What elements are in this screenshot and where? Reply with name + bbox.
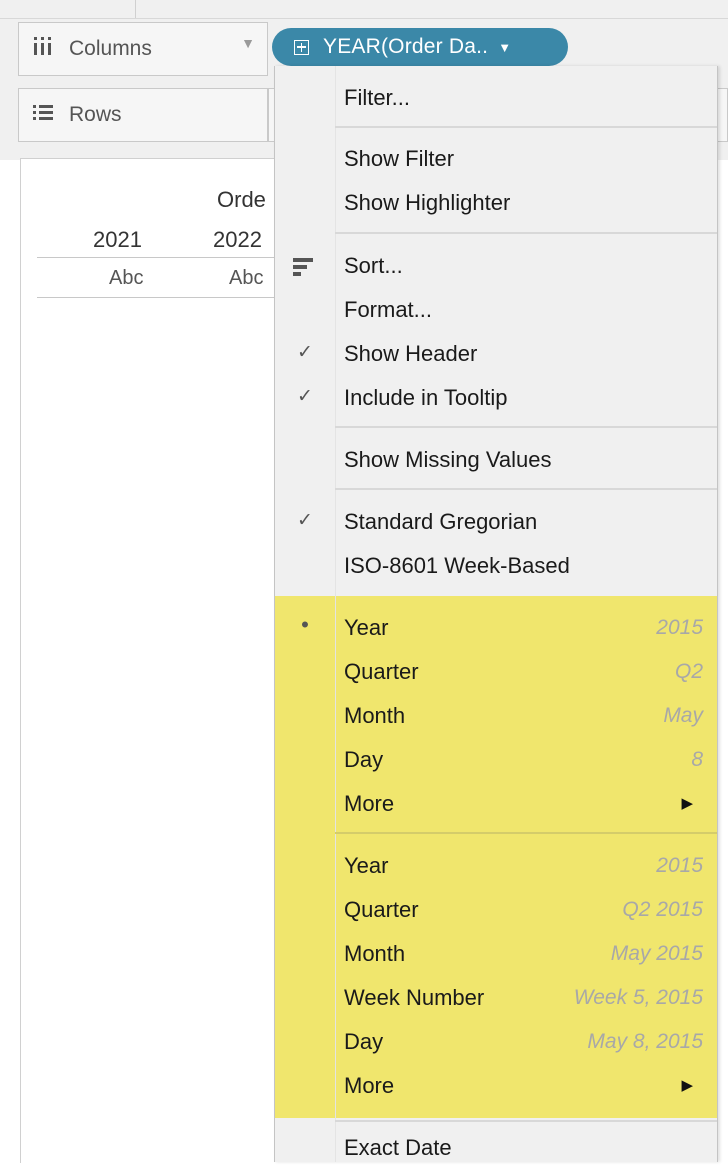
menu-item-label: Exact Date [344,1135,452,1160]
menu-item-show-filter[interactable]: Show Filter [275,137,717,181]
menu-item-label: Month [344,941,406,966]
menu-item-example-value: Week 5, 2015 [573,986,703,1009]
menu-item-label: Quarter [344,897,419,922]
menu-separator [335,126,717,128]
menu-item-continuous-more[interactable]: More ▶ [275,1064,717,1108]
checkmark-icon: ✓ [297,510,313,531]
dropdown-caret-icon[interactable]: ▼ [498,40,511,55]
menu-item-label: Sort... [344,253,403,278]
viz-area: Orde 2021 2022 Abc Abc [20,158,277,1163]
menu-separator [335,488,717,490]
menu-item-discrete-year[interactable]: • Year 2015 [275,606,717,650]
menu-item-include-in-tooltip[interactable]: ✓ Include in Tooltip [275,376,717,420]
menu-separator [335,426,717,428]
expand-plus-icon[interactable] [294,39,309,55]
menu-item-label: More [344,791,395,816]
menu-item-label: Show Filter [344,146,455,171]
menu-item-example-value: May 2015 [610,942,703,965]
radio-bullet-icon: • [301,612,309,637]
menu-item-example-value: May [663,704,703,727]
menu-separator [335,832,717,834]
menu-item-example-value: 2015 [656,616,703,639]
rows-icon [33,103,63,127]
menu-item-iso-week-based[interactable]: ISO-8601 Week-Based [275,544,717,588]
menu-item-label: Format... [344,297,433,322]
cell-abc: Abc [229,267,264,289]
menu-item-example-value: 2015 [656,854,703,877]
checkmark-icon: ✓ [297,386,313,407]
pill-context-menu: Filter... Show Filter Show Highlighter S… [274,66,718,1162]
menu-item-example-value: May 8, 2015 [587,1030,703,1053]
strip-divider [135,0,136,18]
menu-item-label: Show Header [344,341,478,366]
menu-item-discrete-more[interactable]: More ▶ [275,782,717,826]
menu-item-label: Filter... [344,85,411,110]
menu-item-label: More [344,1073,395,1098]
menu-item-label: Year [344,615,389,640]
menu-item-continuous-day[interactable]: Day May 8, 2015 [275,1020,717,1064]
submenu-arrow-icon: ▶ [681,1077,693,1094]
menu-item-label: Week Number [344,985,485,1010]
columns-label: Columns [69,37,152,60]
header-divider [37,257,277,258]
pill-label: YEAR(Order Da.. [323,35,489,58]
menu-item-label: Day [344,1029,384,1054]
menu-item-continuous-year[interactable]: Year 2015 [275,844,717,888]
menu-item-discrete-quarter[interactable]: Quarter Q2 [275,650,717,694]
menu-item-label: Standard Gregorian [344,509,538,534]
rows-shelf-label[interactable]: Rows [18,88,268,142]
menu-item-filter[interactable]: Filter... [275,76,717,120]
menu-item-label: Day [344,747,384,772]
rows-label: Rows [69,103,122,126]
menu-item-continuous-month[interactable]: Month May 2015 [275,932,717,976]
year-order-date-pill[interactable]: YEAR(Order Da.. ▼ [272,28,568,66]
menu-item-standard-gregorian[interactable]: ✓ Standard Gregorian [275,500,717,544]
menu-item-label: Include in Tooltip [344,385,508,410]
menu-item-example-value: Q2 [674,660,703,683]
menu-item-continuous-quarter[interactable]: Quarter Q2 2015 [275,888,717,932]
column-header-title: Orde [217,187,266,212]
chevron-down-icon[interactable]: ▼ [241,35,255,51]
menu-item-continuous-week-number[interactable]: Week Number Week 5, 2015 [275,976,717,1020]
menu-item-example-value: Q2 2015 [622,898,703,921]
submenu-arrow-icon: ▶ [681,795,693,812]
row-divider [37,297,277,298]
columns-icon [33,36,63,62]
year-header-2022[interactable]: 2022 [213,227,262,253]
sort-icon [293,258,313,276]
menu-item-discrete-day[interactable]: Day 8 [275,738,717,782]
menu-item-example-value: 8 [691,748,703,771]
menu-item-label: ISO-8601 Week-Based [344,553,570,578]
year-header-2021[interactable]: 2021 [93,227,142,253]
menu-item-discrete-month[interactable]: Month May [275,694,717,738]
menu-item-label: Show Highlighter [344,190,511,215]
checkmark-icon: ✓ [297,342,313,363]
top-strip [0,0,728,19]
menu-item-sort[interactable]: Sort... [275,244,717,288]
menu-separator [335,1120,717,1122]
menu-item-exact-date[interactable]: Exact Date [275,1126,717,1170]
menu-item-label: Year [344,853,389,878]
menu-item-label: Quarter [344,659,419,684]
menu-item-label: Show Missing Values [344,447,552,472]
menu-separator [335,232,717,234]
menu-item-show-header[interactable]: ✓ Show Header [275,332,717,376]
columns-shelf-label[interactable]: Columns ▼ [18,22,268,76]
menu-item-show-missing-values[interactable]: Show Missing Values [275,438,717,482]
menu-item-format[interactable]: Format... [275,288,717,332]
cell-abc: Abc [109,267,144,289]
menu-item-show-highlighter[interactable]: Show Highlighter [275,181,717,225]
menu-item-label: Month [344,703,406,728]
